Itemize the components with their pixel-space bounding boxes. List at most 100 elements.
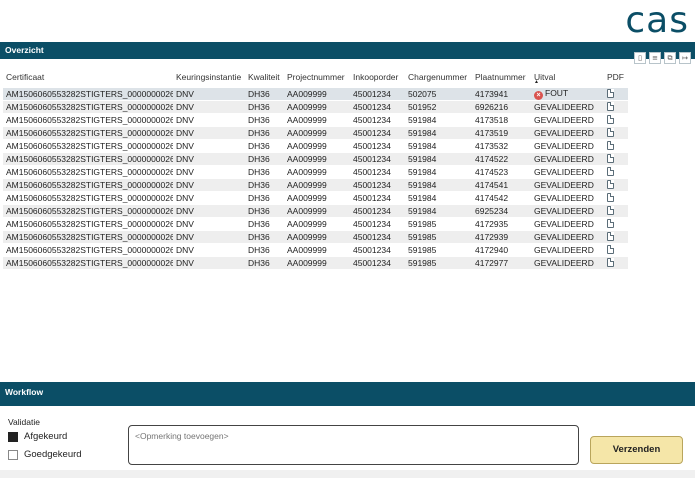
cell-cert: AM1506060553282STIGTERS_0000000026 [3,99,173,113]
pdf-document-icon[interactable] [607,179,614,189]
column-header-inkooporder[interactable]: Inkooporder [350,68,405,87]
goedgekeurd-label: Goedgekeurd [24,449,82,460]
pdf-document-icon[interactable] [607,231,614,241]
cell-kwal: DH36 [245,151,284,165]
pdf-document-icon[interactable] [607,101,614,111]
table-row[interactable]: AM1506060553282STIGTERS_0000000026 DNV DH3… [3,229,628,243]
cell-uitval: GEVALIDEERD [531,229,604,243]
table-row[interactable]: AM1506060553282STIGTERS_0000000026 DNV DH3… [3,151,628,165]
cell-ink: 45001234 [350,190,405,204]
expand-icon[interactable]: ↦ [679,52,691,64]
pdf-document-icon[interactable] [607,218,614,228]
column-header-kwaliteit[interactable]: Kwaliteit [245,68,284,87]
table-row[interactable]: AM1506060553282STIGTERS_0000000026 DNV DH3… [3,203,628,217]
cell-ink: 45001234 [350,216,405,230]
cell-kwal: DH36 [245,229,284,243]
cell-plaat: 4173532 [472,138,531,152]
goedgekeurd-checkbox[interactable] [8,449,18,460]
cell-kwal: DH36 [245,125,284,139]
option-goedgekeurd[interactable]: Goedgekeurd [8,449,82,460]
bottom-strip [0,470,695,478]
cell-plaat: 4172935 [472,216,531,230]
cell-inst: DNV [173,86,245,100]
cell-uitval: GEVALIDEERD [531,125,604,139]
edit-icon[interactable]: ⧉ [664,52,676,64]
cell-pdf [604,242,628,256]
cell-cert: AM1506060553282STIGTERS_0000000026 [3,177,173,191]
pdf-document-icon[interactable] [607,244,614,254]
clear-filter-icon[interactable]: ▯ [634,52,646,64]
table-row[interactable]: AM1506060553282STIGTERS_0000000026 DNV DH3… [3,86,628,100]
cell-kwal: DH36 [245,164,284,178]
cell-proj: AA009999 [284,177,350,191]
grid-body: AM1506060553282STIGTERS_0000000026 DNV DH3… [3,86,628,269]
cell-ink: 45001234 [350,255,405,269]
column-header-keuringsinstantie[interactable]: Keuringsinstantie [173,68,245,87]
cell-charge: 591985 [405,216,472,230]
afgekeurd-checkbox[interactable] [8,431,18,442]
table-row[interactable]: AM1506060553282STIGTERS_0000000026 DNV DH3… [3,216,628,230]
pdf-document-icon[interactable] [607,88,614,98]
cell-plaat: 6926216 [472,99,531,113]
table-row[interactable]: AM1506060553282STIGTERS_0000000026 DNV DH3… [3,99,628,113]
column-header-projectnummer[interactable]: Projectnummer [284,68,350,87]
table-row[interactable]: AM1506060553282STIGTERS_0000000026 DNV DH3… [3,190,628,204]
table-row[interactable]: AM1506060553282STIGTERS_0000000026 DNV DH3… [3,138,628,152]
cell-uitval: GEVALIDEERD [531,112,604,126]
column-header-pdf[interactable]: PDF [604,68,628,87]
cell-ink: 45001234 [350,177,405,191]
cell-pdf [604,112,628,126]
table-row[interactable]: AM1506060553282STIGTERS_0000000026 DNV DH3… [3,164,628,178]
cell-ink: 45001234 [350,125,405,139]
cell-inst: DNV [173,151,245,165]
table-row[interactable]: AM1506060553282STIGTERS_0000000026 DNV DH3… [3,255,628,269]
cell-charge: 591984 [405,164,472,178]
cell-proj: AA009999 [284,190,350,204]
status-text: GEVALIDEERD [534,179,594,190]
cell-cert: AM1506060553282STIGTERS_0000000026 [3,216,173,230]
table-row[interactable]: AM1506060553282STIGTERS_0000000026 DNV DH3… [3,242,628,256]
pdf-document-icon[interactable] [607,153,614,163]
cell-uitval: GEVALIDEERD [531,203,604,217]
cell-kwal: DH36 [245,112,284,126]
cell-pdf [604,99,628,113]
cell-charge: 591985 [405,242,472,256]
cell-plaat: 4173518 [472,112,531,126]
column-header-certificaat[interactable]: Certificaat [3,68,173,87]
cell-proj: AA009999 [284,229,350,243]
pdf-document-icon[interactable] [607,257,614,267]
afgekeurd-label: Afgekeurd [24,431,68,442]
cell-ink: 45001234 [350,203,405,217]
cell-plaat: 4174523 [472,164,531,178]
pdf-document-icon[interactable] [607,127,614,137]
cell-charge: 591984 [405,151,472,165]
column-header-uitval[interactable]: Uitval ▲ [531,68,604,87]
table-row[interactable]: AM1506060553282STIGTERS_0000000026 DNV DH3… [3,125,628,139]
error-icon: × [534,90,543,100]
table-row[interactable]: AM1506060553282STIGTERS_0000000026 DNV DH3… [3,112,628,126]
cell-pdf [604,177,628,191]
table-row[interactable]: AM1506060553282STIGTERS_0000000026 DNV DH3… [3,177,628,191]
cell-pdf [604,216,628,230]
send-button[interactable]: Verzenden [590,436,683,464]
cell-pdf [604,203,628,217]
cell-inst: DNV [173,112,245,126]
cell-inst: DNV [173,177,245,191]
column-header-label: Kwaliteit [248,72,280,83]
status-text: GEVALIDEERD [534,140,594,151]
cell-pdf [604,125,628,139]
pdf-document-icon[interactable] [607,140,614,150]
cell-plaat: 4172940 [472,242,531,256]
cell-plaat: 6925234 [472,203,531,217]
filter-icon[interactable]: ≡ [649,52,661,64]
option-afgekeurd[interactable]: Afgekeurd [8,431,67,442]
top-header: cas [0,0,695,42]
remark-input[interactable] [128,425,579,465]
pdf-document-icon[interactable] [607,114,614,124]
pdf-document-icon[interactable] [607,205,614,215]
column-header-chargenummer[interactable]: Chargenummer [405,68,472,87]
pdf-document-icon[interactable] [607,192,614,202]
cell-charge: 591984 [405,203,472,217]
column-header-plaatnummer[interactable]: Plaatnummer [472,68,531,87]
pdf-document-icon[interactable] [607,166,614,176]
